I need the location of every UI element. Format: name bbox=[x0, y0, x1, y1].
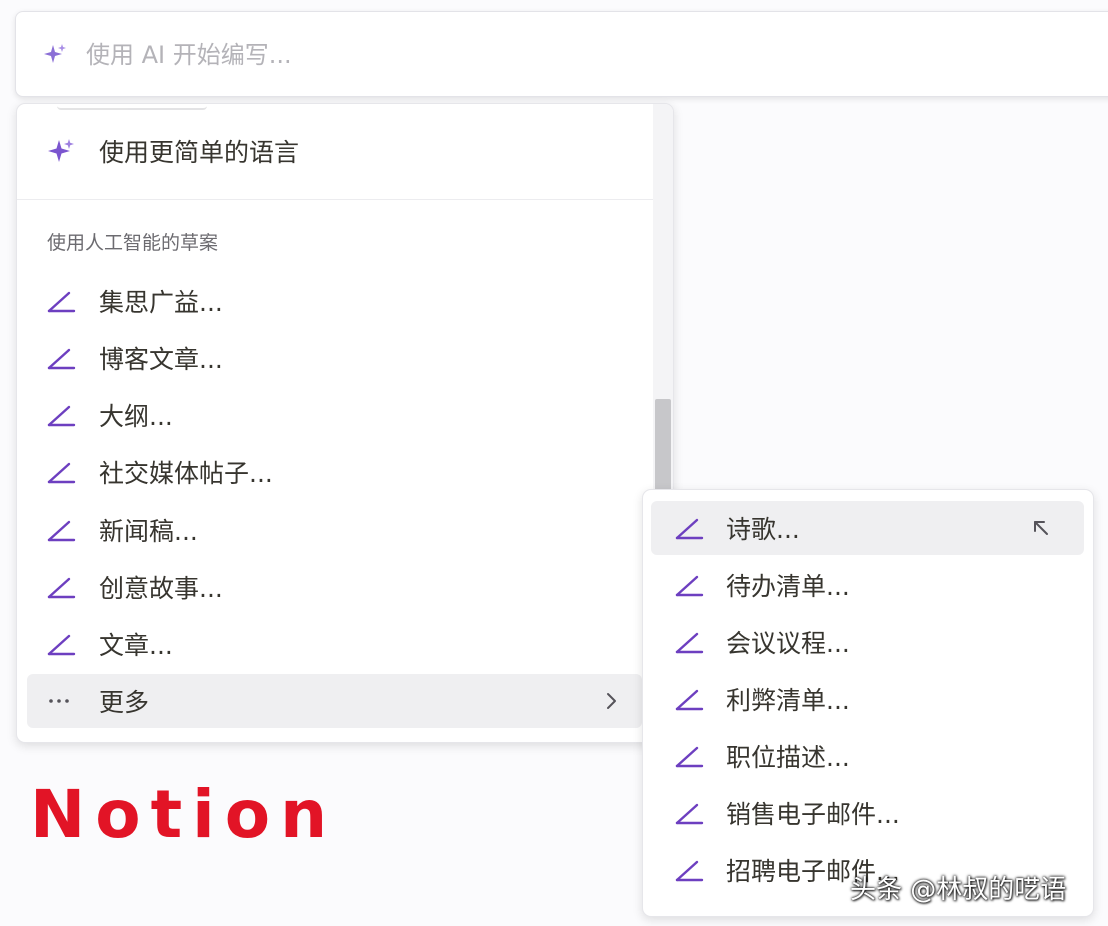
pen-line-icon bbox=[675, 746, 704, 768]
pen-line-icon bbox=[675, 632, 704, 654]
pen-line-icon bbox=[47, 348, 76, 370]
menu-item-outline[interactable]: 大纲... bbox=[27, 388, 642, 442]
menu-item-brainstorm[interactable]: 集思广益... bbox=[27, 274, 642, 328]
ai-command-menu: 使用更简单的语言 使用人工智能的草案 集思广益... 博客文章... 大纲...… bbox=[16, 103, 674, 743]
brand-caption: Notion bbox=[30, 776, 338, 853]
more-submenu: 诗歌... 待办清单... 会议议程... 利弊清单... 职位描述... 销售… bbox=[642, 489, 1094, 917]
menu-item-label: 创意故事... bbox=[99, 574, 223, 603]
menu-item-label: 利弊清单... bbox=[726, 686, 850, 715]
submenu-item-meeting-agenda[interactable]: 会议议程... bbox=[651, 615, 1084, 669]
pen-line-icon bbox=[47, 520, 76, 542]
section-header: 使用人工智能的草案 bbox=[47, 232, 219, 254]
menu-item-label: 集思广益... bbox=[99, 288, 223, 317]
watermark: 头条 @林叔的呓语 bbox=[850, 875, 1067, 905]
menu-item-label: 更多 bbox=[99, 688, 150, 717]
menu-item-more[interactable]: 更多 bbox=[27, 674, 642, 728]
pen-line-icon bbox=[47, 634, 76, 656]
pen-line-icon bbox=[675, 689, 704, 711]
pen-line-icon bbox=[47, 405, 76, 427]
ai-prompt-bar bbox=[15, 11, 1108, 97]
ellipsis-icon bbox=[49, 699, 69, 703]
menu-divider bbox=[17, 199, 653, 200]
ai-prompt-input[interactable] bbox=[86, 34, 786, 76]
menu-item-blog-post[interactable]: 博客文章... bbox=[27, 331, 642, 385]
submenu-item-job-description[interactable]: 职位描述... bbox=[651, 729, 1084, 783]
pen-line-icon bbox=[675, 575, 704, 597]
sparkle-icon bbox=[44, 44, 66, 63]
submenu-item-sales-email[interactable]: 销售电子邮件... bbox=[651, 786, 1084, 840]
menu-item-label: 新闻稿... bbox=[99, 517, 198, 546]
pen-line-icon bbox=[47, 462, 76, 484]
pen-line-icon bbox=[675, 803, 704, 825]
menu-item-label: 待办清单... bbox=[726, 572, 850, 601]
menu-item-label: 社交媒体帖子... bbox=[99, 459, 273, 488]
pen-line-icon bbox=[675, 518, 704, 540]
pen-line-icon bbox=[675, 860, 704, 882]
menu-item-label: 使用更简单的语言 bbox=[99, 138, 300, 167]
pen-line-icon bbox=[47, 291, 76, 313]
menu-item-simplify[interactable]: 使用更简单的语言 bbox=[27, 124, 642, 178]
menu-item-label: 文章... bbox=[99, 631, 173, 660]
menu-item-essay[interactable]: 文章... bbox=[27, 617, 642, 671]
menu-item-label: 会议议程... bbox=[726, 629, 850, 658]
menu-item-label: 诗歌... bbox=[726, 515, 800, 544]
cursor-arrow-icon bbox=[1034, 521, 1048, 535]
submenu-item-pros-cons[interactable]: 利弊清单... bbox=[651, 672, 1084, 726]
menu-item-creative-story[interactable]: 创意故事... bbox=[27, 560, 642, 614]
menu-item-label: 销售电子邮件... bbox=[726, 800, 900, 829]
menu-item-social-post[interactable]: 社交媒体帖子... bbox=[27, 445, 642, 499]
menu-item-label: 大纲... bbox=[99, 402, 173, 431]
menu-item-label: 博客文章... bbox=[99, 345, 223, 374]
chevron-right-icon bbox=[607, 693, 616, 709]
menu-item-label: 职位描述... bbox=[726, 743, 850, 772]
submenu-item-poem[interactable]: 诗歌... bbox=[651, 501, 1084, 555]
menu-cutoff-edge bbox=[57, 104, 207, 110]
menu-item-press-release[interactable]: 新闻稿... bbox=[27, 503, 642, 557]
sparkle-icon bbox=[48, 139, 74, 162]
pen-line-icon bbox=[47, 577, 76, 599]
submenu-item-todo-list[interactable]: 待办清单... bbox=[651, 558, 1084, 612]
